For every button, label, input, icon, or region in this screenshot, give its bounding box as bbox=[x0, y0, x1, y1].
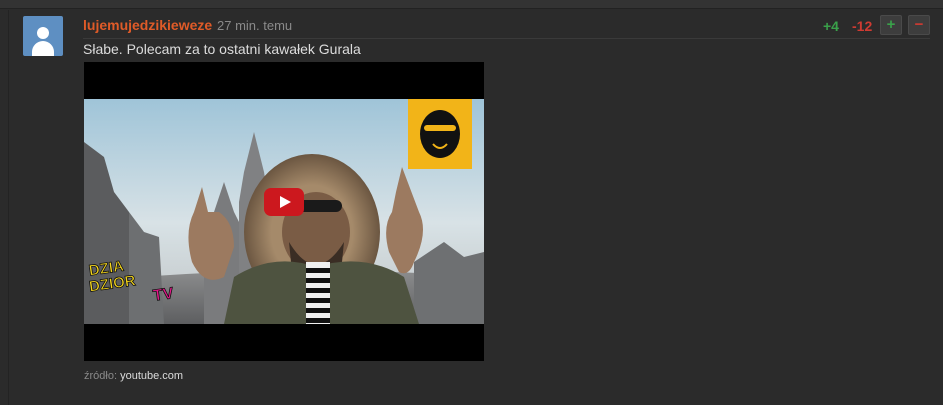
source-label: źródło: bbox=[84, 370, 118, 382]
top-bar bbox=[0, 0, 943, 9]
embed-source: źródło: youtube.com bbox=[84, 370, 183, 382]
avatar-body bbox=[32, 41, 54, 56]
comment-username-link[interactable]: lujemujedzikieweze bbox=[83, 17, 212, 33]
comment-header-divider bbox=[83, 38, 930, 39]
youtube-video-embed[interactable]: DZIA DZIOR TV bbox=[84, 62, 484, 361]
video-logo-line-3: TV bbox=[152, 285, 175, 305]
comment-body-text: Słabe. Polecam za to ostatni kawałek Gur… bbox=[83, 41, 361, 57]
vote-up-button[interactable]: + bbox=[880, 15, 902, 35]
vote-plus-count: +4 bbox=[823, 18, 839, 34]
avatar-head bbox=[37, 27, 49, 39]
vote-minus-count: -12 bbox=[852, 18, 873, 34]
comment-timestamp: 27 min. temu bbox=[217, 18, 293, 33]
youtube-play-icon[interactable] bbox=[264, 188, 304, 216]
vote-down-button[interactable]: − bbox=[908, 15, 930, 35]
source-link[interactable]: youtube.com bbox=[120, 370, 183, 382]
user-avatar-icon[interactable] bbox=[23, 16, 63, 56]
